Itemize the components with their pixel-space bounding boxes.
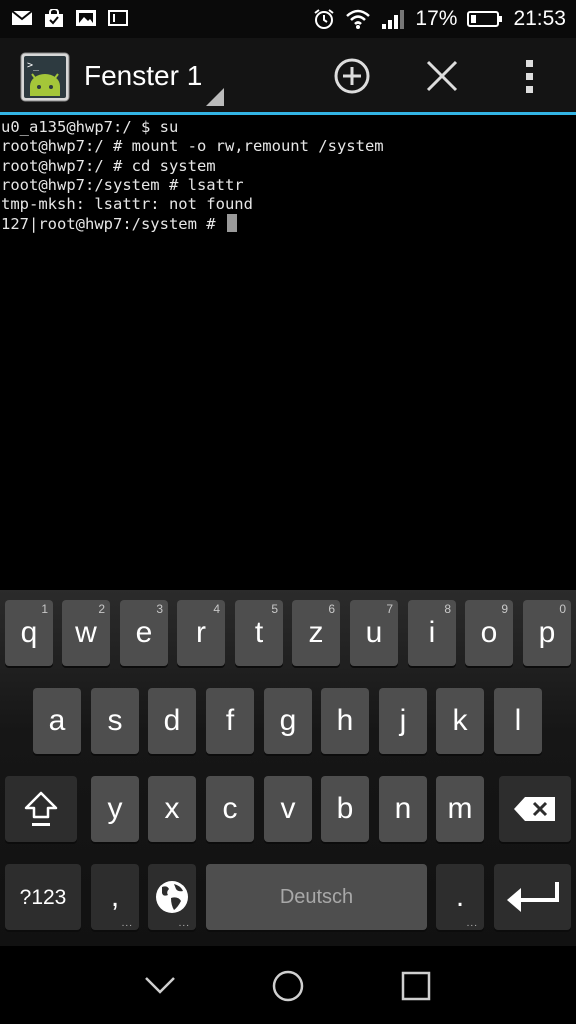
key-n[interactable]: n [379, 776, 427, 842]
gallery-icon [76, 10, 96, 26]
terminal-line: root@hwp7:/ # mount -o rw,remount /syste… [1, 137, 384, 156]
wifi-icon [346, 9, 371, 29]
period-key[interactable]: .... [436, 864, 484, 930]
text-cursor [226, 214, 237, 233]
svg-text:>_: >_ [27, 60, 40, 71]
add-window-icon[interactable] [332, 56, 372, 96]
key-d[interactable]: d [148, 688, 196, 754]
shift-icon [24, 791, 58, 826]
key-a[interactable]: a [33, 688, 81, 754]
action-bar-divider [0, 112, 576, 115]
key-c[interactable]: c [206, 776, 254, 842]
key-f[interactable]: f [206, 688, 254, 754]
shift-key[interactable] [5, 776, 77, 842]
enter-key[interactable] [494, 864, 571, 930]
key-o[interactable]: o9 [465, 600, 513, 666]
key-e[interactable]: e3 [120, 600, 168, 666]
terminal-output[interactable]: u0_a135@hwp7:/ $ su root@hwp7:/ # mount … [0, 118, 576, 590]
key-r[interactable]: r4 [177, 600, 225, 666]
terminal-line: root@hwp7:/system # lsattr [1, 175, 244, 194]
mail-icon [12, 10, 32, 25]
terminal-line: u0_a135@hwp7:/ $ su [1, 118, 179, 136]
key-y[interactable]: y [91, 776, 139, 842]
recents-icon[interactable] [398, 968, 434, 1004]
key-q[interactable]: q1 [5, 600, 53, 666]
backspace-icon [514, 797, 555, 821]
alarm-icon [314, 9, 335, 29]
key-g[interactable]: g [264, 688, 312, 754]
terminal-line: tmp-mksh: lsattr: not found [1, 195, 253, 214]
key-s[interactable]: s [91, 688, 139, 754]
key-h[interactable]: h [321, 688, 369, 754]
key-m[interactable]: m [436, 776, 484, 842]
key-z[interactable]: z6 [292, 600, 340, 666]
back-icon[interactable] [142, 968, 178, 1004]
status-bar: 17% 21:53 [0, 0, 576, 38]
signal-icon [382, 10, 405, 29]
backspace-key[interactable] [499, 776, 571, 842]
soft-keyboard: q1 w2 e3 r4 t5 z6 u7 i8 o9 p0 a s d f g … [0, 590, 576, 946]
navigation-bar [0, 946, 576, 1024]
battery-icon [467, 11, 503, 27]
action-bar: >_ Fenster 1 [0, 38, 576, 112]
terminal-line: root@hwp7:/ # cd system [1, 156, 216, 175]
key-x[interactable]: x [148, 776, 196, 842]
terminal-prompt-line: 127|root@hwp7:/system # [1, 214, 576, 233]
key-k[interactable]: k [436, 688, 484, 754]
terminal-app-icon[interactable]: >_ [20, 52, 70, 102]
shopping-bag-icon [45, 9, 63, 27]
close-window-icon[interactable] [422, 56, 462, 96]
key-i[interactable]: i8 [408, 600, 456, 666]
window-title[interactable]: Fenster 1 [84, 60, 202, 92]
enter-icon [506, 882, 559, 912]
key-u[interactable]: u7 [350, 600, 398, 666]
comma-key[interactable]: ,... [91, 864, 139, 930]
key-v[interactable]: v [264, 776, 312, 842]
key-b[interactable]: b [321, 776, 369, 842]
key-j[interactable]: j [379, 688, 427, 754]
home-icon[interactable] [270, 968, 306, 1004]
key-p[interactable]: p0 [523, 600, 571, 666]
globe-icon [156, 881, 188, 913]
terminal-prompt: 127|root@hwp7:/system # [1, 215, 225, 234]
space-key[interactable]: Deutsch [206, 864, 427, 930]
key-t[interactable]: t5 [235, 600, 283, 666]
key-w[interactable]: w2 [62, 600, 110, 666]
window-spinner-icon[interactable] [206, 88, 224, 106]
battery-percent: 17% [415, 7, 458, 30]
symbols-key[interactable]: ?123 [5, 864, 81, 930]
sim-icon [108, 10, 128, 26]
key-l[interactable]: l [494, 688, 542, 754]
clock: 21:53 [513, 7, 566, 30]
language-key[interactable]: ... [148, 864, 196, 930]
overflow-menu-icon[interactable] [512, 56, 548, 96]
